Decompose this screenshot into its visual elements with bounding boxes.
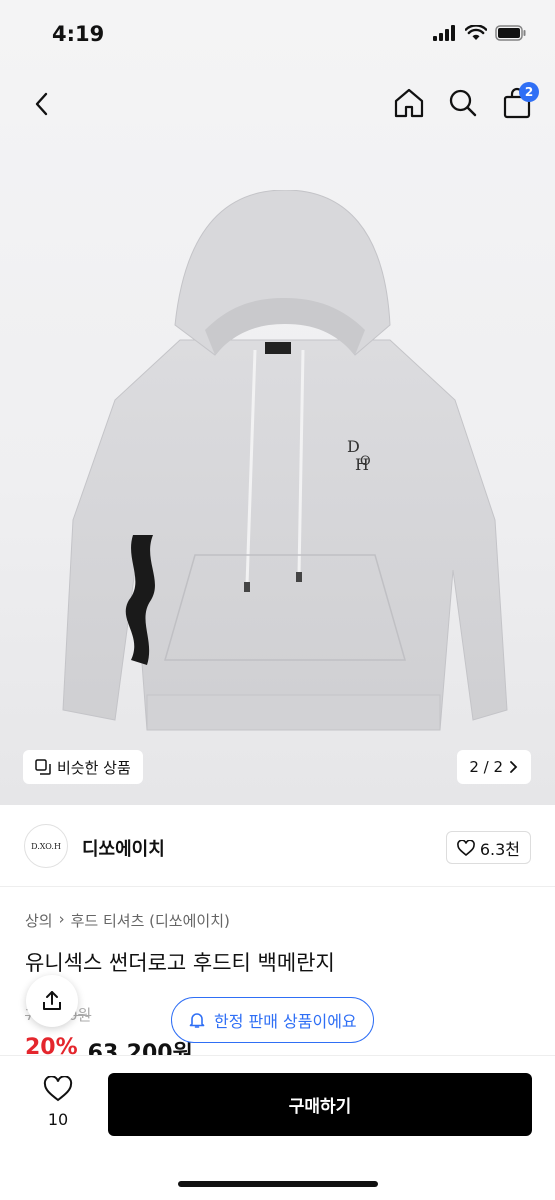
copy-icon	[35, 759, 51, 775]
breadcrumb-separator-icon: ›	[58, 910, 65, 928]
limited-sale-label: 한정 판매 상품이에요	[214, 1012, 357, 1031]
top-nav-actions: 2	[391, 82, 539, 122]
home-button[interactable]	[391, 84, 427, 122]
wifi-icon	[465, 25, 487, 40]
brand-name[interactable]: 디쏘에이치	[82, 835, 165, 861]
chevron-left-icon	[35, 92, 48, 116]
product-image-area[interactable]: 4:19 2 D O H 비슷한 상품 2 / 2	[0, 0, 555, 805]
heart-icon	[43, 1075, 73, 1102]
home-icon	[394, 88, 424, 118]
search-icon	[449, 89, 477, 117]
limited-sale-notice[interactable]: 한정 판매 상품이에요	[171, 997, 374, 1043]
share-button[interactable]	[26, 975, 78, 1027]
battery-icon	[495, 25, 526, 41]
search-button[interactable]	[445, 84, 481, 122]
breadcrumb: 상의 › 후드 티셔츠 (디쏘에이치)	[25, 910, 230, 931]
status-icons	[433, 25, 527, 41]
product-like-button[interactable]: 10	[30, 1075, 86, 1129]
similar-products-button[interactable]: 비슷한 상품	[23, 750, 143, 784]
product-title: 유니섹스 썬더로고 후드티 백메란지	[25, 951, 335, 975]
cart-button[interactable]: 2	[499, 82, 539, 122]
similar-products-label: 비슷한 상품	[57, 758, 131, 777]
brand-like-count: 6.3천	[479, 839, 520, 859]
breadcrumb-category[interactable]: 상의	[25, 910, 53, 931]
cart-count-badge: 2	[519, 82, 539, 102]
bell-icon	[189, 1013, 205, 1028]
breadcrumb-subcategory[interactable]: 후드 티셔츠 (디쏘에이치)	[71, 910, 230, 931]
product-photo: D O H	[55, 189, 515, 760]
signal-icon	[433, 25, 455, 41]
heart-icon	[456, 839, 475, 856]
brand-logo[interactable]: D.XO.H	[24, 824, 68, 868]
product-like-count: 10	[47, 1110, 69, 1129]
brand-like-button[interactable]: 6.3천	[445, 831, 531, 864]
back-button[interactable]	[24, 86, 60, 122]
hoodie-image: D O H	[62, 189, 508, 731]
bottom-action-bar: 10 구매하기	[0, 1055, 555, 1200]
brand-row[interactable]: D.XO.H 디쏘에이치 6.3천	[0, 805, 555, 887]
status-bar: 4:19	[0, 0, 555, 70]
status-time: 4:19	[52, 22, 105, 46]
share-icon	[43, 991, 61, 1010]
chevron-right-icon	[510, 761, 518, 773]
image-page-indicator[interactable]: 2 / 2	[457, 750, 531, 784]
home-indicator	[178, 1181, 378, 1187]
svg-text:H: H	[355, 455, 369, 474]
svg-text:D: D	[347, 437, 360, 456]
brand-logo-text: D.XO.H	[31, 841, 61, 851]
buy-button[interactable]: 구매하기	[108, 1073, 532, 1136]
page-indicator-label: 2 / 2	[469, 758, 503, 776]
